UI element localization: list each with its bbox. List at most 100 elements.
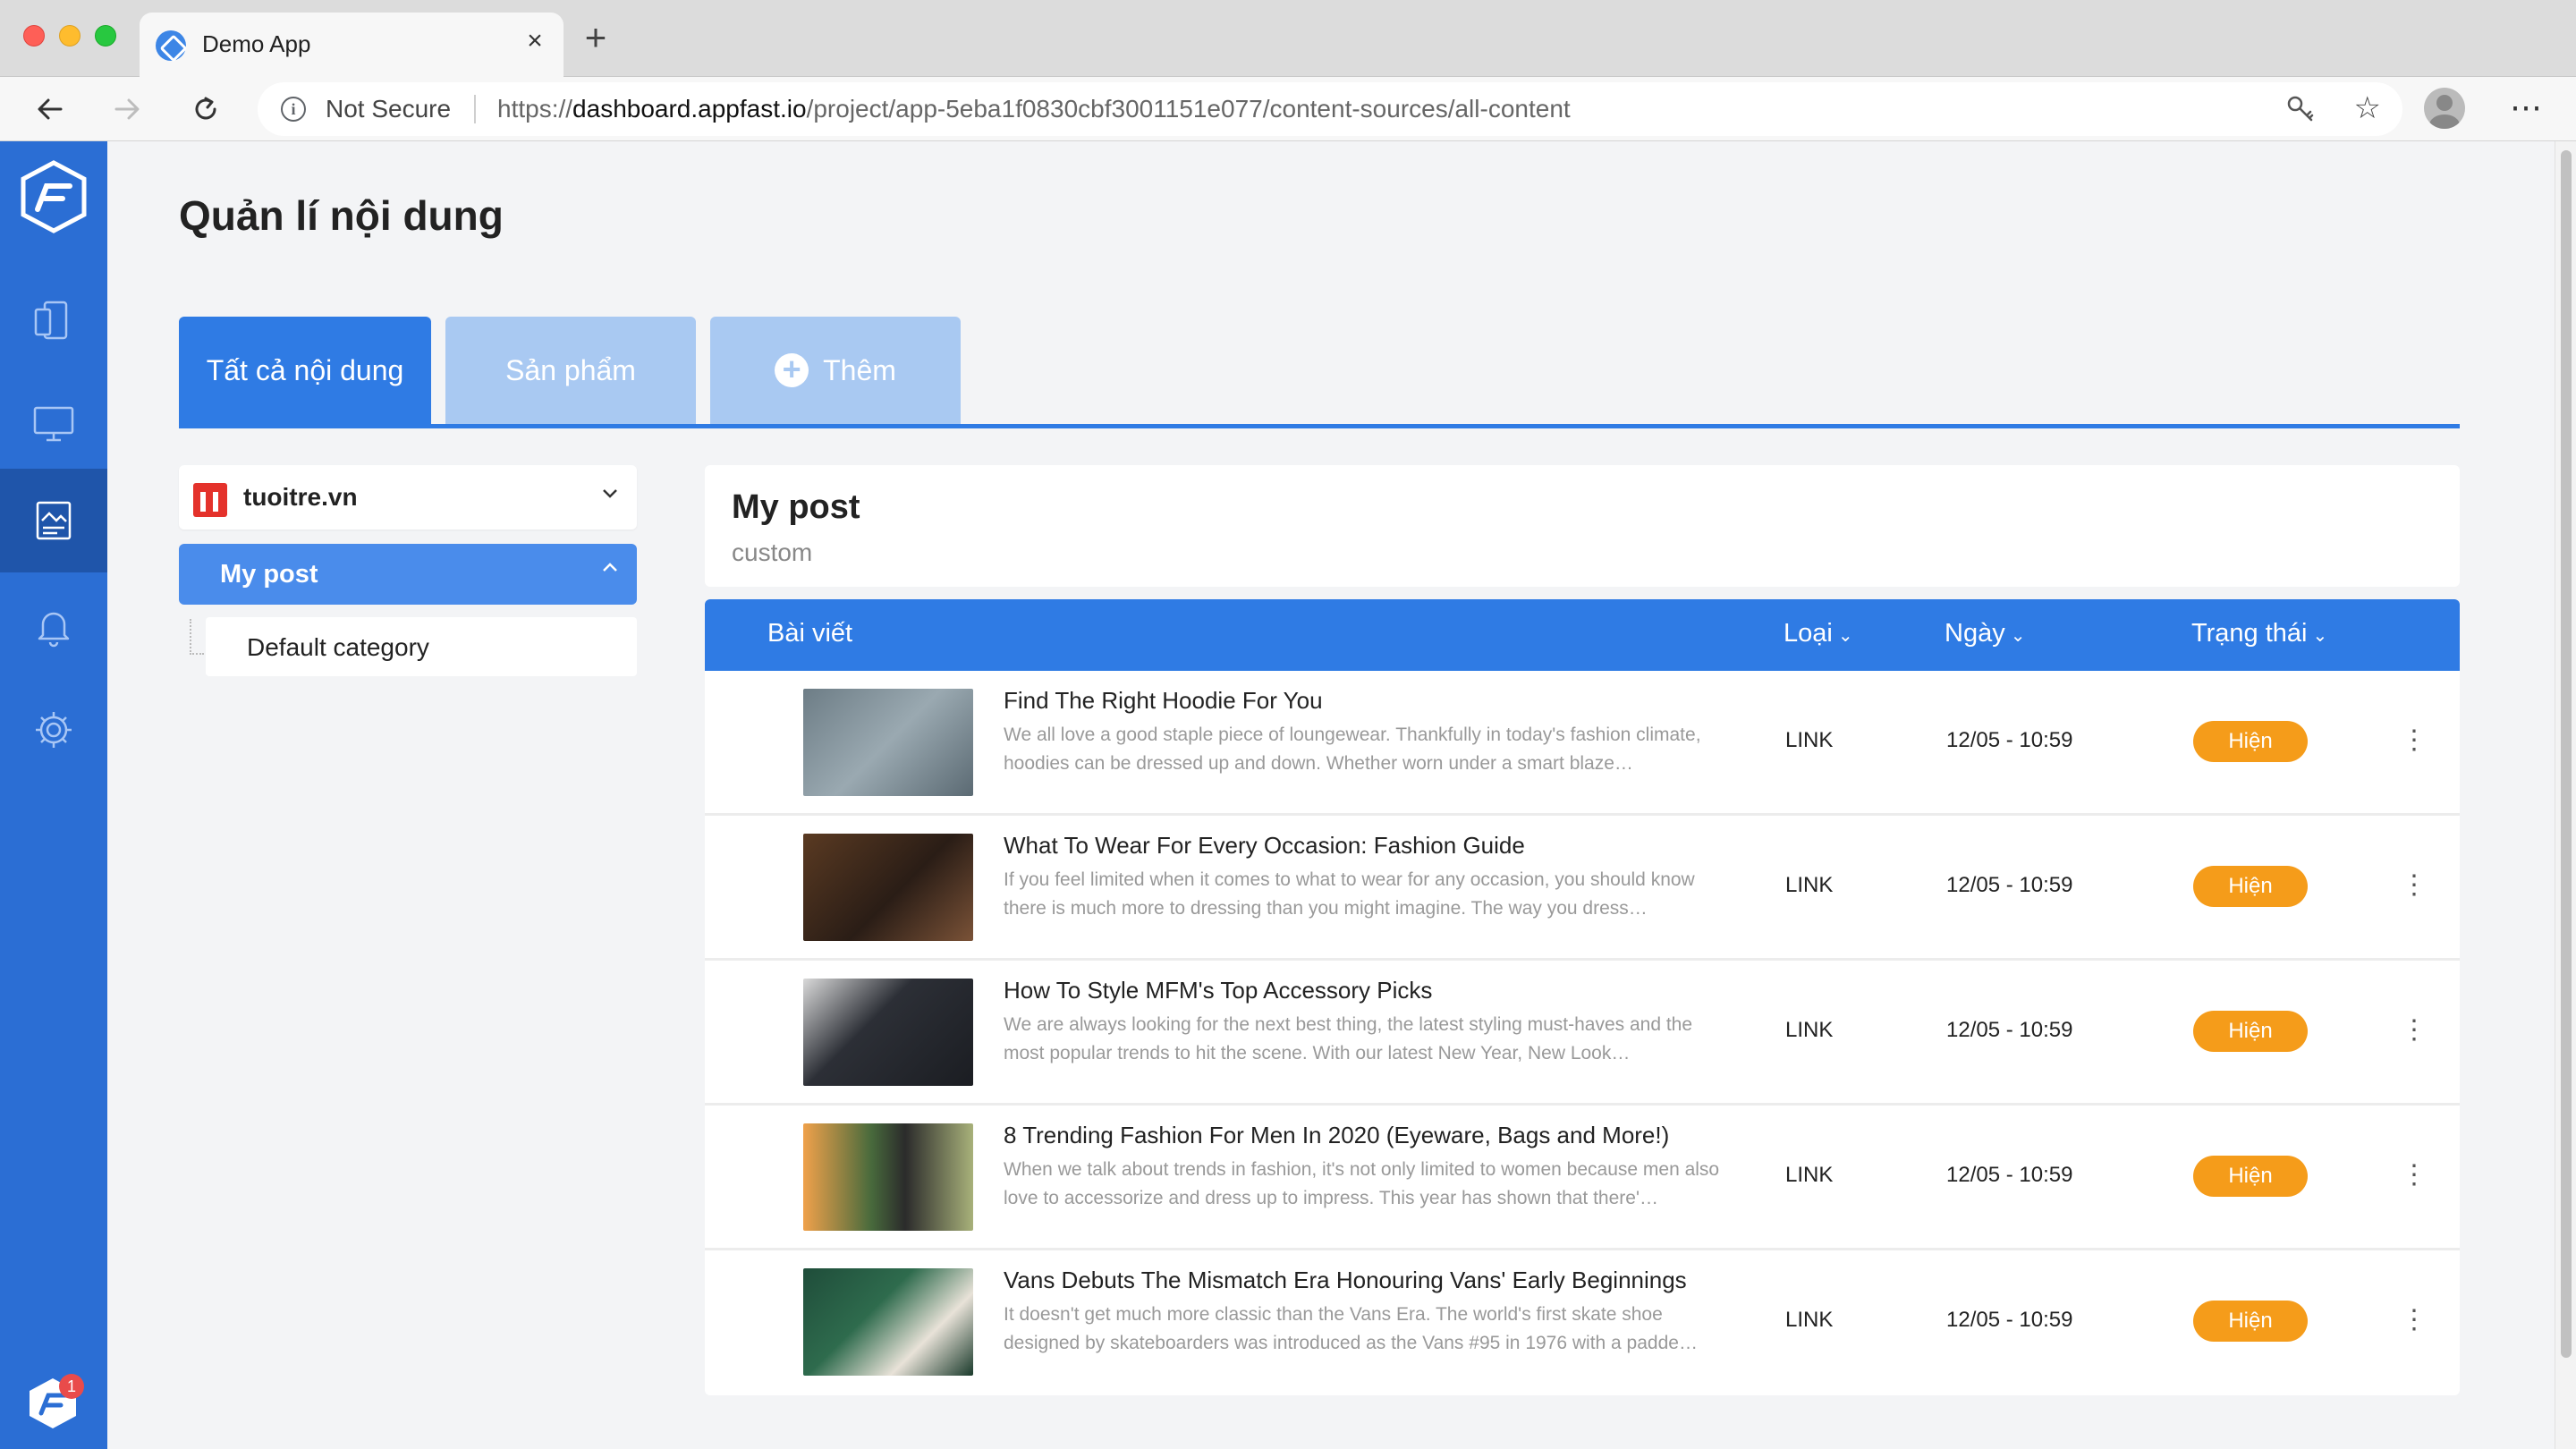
category-default-label: Default category — [247, 633, 429, 661]
post-type: LINK — [1785, 728, 1834, 752]
post-description: It doesn't get much more classic than th… — [1004, 1304, 1698, 1353]
key-icon[interactable] — [2284, 93, 2317, 125]
plus-circle-icon: + — [775, 353, 809, 387]
category-default[interactable]: Default category — [206, 617, 637, 676]
forward-button[interactable] — [109, 91, 145, 127]
sidebar-item-settings[interactable] — [0, 678, 107, 782]
sidebar-item-notifications[interactable] — [0, 574, 107, 678]
post-title[interactable]: Vans Debuts The Mismatch Era Honouring V… — [1004, 1267, 1687, 1294]
post-title[interactable]: How To Style MFM's Top Accessory Picks — [1004, 977, 1432, 1004]
post-date: 12/05 - 10:59 — [1946, 873, 2073, 897]
post-date: 12/05 - 10:59 — [1946, 1163, 2073, 1187]
tab-products-label: Sản phẩm — [505, 353, 636, 386]
tab-title: Demo App — [202, 30, 311, 57]
tab-all-content[interactable]: Tất cả nội dung — [179, 317, 431, 424]
column-header-status[interactable]: Trạng thái ⌄ — [2191, 619, 2327, 648]
back-arrow-icon — [38, 98, 63, 120]
more-vertical-icon[interactable]: ⋮ — [2401, 723, 2428, 758]
chevron-down-icon — [599, 481, 621, 510]
status-badge[interactable]: Hiện — [2193, 866, 2308, 907]
status-badge[interactable]: Hiện — [2193, 721, 2308, 762]
more-vertical-icon[interactable]: ⋮ — [2401, 1157, 2428, 1193]
devices-icon — [34, 301, 68, 340]
sidebar-item-monitor[interactable] — [0, 372, 107, 476]
table-row[interactable]: 8 Trending Fashion For Men In 2020 (Eyew… — [705, 1106, 2460, 1250]
category-my-post[interactable]: My post — [179, 544, 637, 605]
forward-arrow-icon — [114, 98, 140, 120]
info-icon[interactable]: i — [281, 97, 306, 122]
tree-connector — [190, 619, 204, 655]
chevron-up-icon — [599, 556, 621, 585]
reload-button[interactable] — [188, 91, 224, 127]
more-vertical-icon[interactable]: ⋮ — [2401, 1302, 2428, 1338]
tuoitre-logo-icon — [193, 483, 227, 517]
column-status-label: Trạng thái — [2191, 619, 2308, 648]
reload-icon — [195, 97, 216, 120]
source-name: tuoitre.vn — [243, 483, 358, 511]
post-thumbnail — [803, 1123, 973, 1231]
gear-icon — [36, 712, 72, 748]
sidebar-item-content[interactable] — [0, 469, 107, 572]
more-menu-icon[interactable]: ⋯ — [2510, 89, 2544, 125]
bookmark-star-icon[interactable]: ☆ — [2354, 91, 2381, 125]
column-header-type[interactable]: Loại ⌄ — [1784, 619, 1853, 648]
post-type: LINK — [1785, 873, 1834, 897]
sidebar-item-devices[interactable] — [0, 268, 107, 372]
table-row[interactable]: What To Wear For Every Occasion: Fashion… — [705, 816, 2460, 961]
chevron-down-icon: ⌄ — [1837, 626, 1853, 646]
maximize-window-button[interactable] — [95, 25, 116, 47]
posts-table: Find The Right Hoodie For You We all lov… — [705, 671, 2460, 1395]
column-header-date[interactable]: Ngày ⌄ — [1945, 619, 2025, 648]
status-badge[interactable]: Hiện — [2193, 1011, 2308, 1052]
tab-add[interactable]: + Thêm — [710, 317, 961, 424]
tab-products[interactable]: Sản phẩm — [445, 317, 696, 424]
source-select[interactable]: tuoitre.vn — [179, 465, 637, 530]
category-subtitle: custom — [732, 538, 813, 566]
post-thumbnail — [803, 1268, 973, 1376]
table-row[interactable]: Vans Debuts The Mismatch Era Honouring V… — [705, 1250, 2460, 1395]
browser-toolbar: i Not Secure https://dashboard.appfast.i… — [0, 77, 2576, 141]
post-description: We all love a good staple piece of loung… — [1004, 724, 1701, 774]
post-thumbnail — [803, 689, 973, 796]
tabbar-underline — [179, 424, 2460, 428]
category-my-post-label: My post — [220, 560, 318, 589]
url-text[interactable]: https://dashboard.appfast.io/project/app… — [497, 95, 1571, 123]
page-scrollbar[interactable] — [2555, 141, 2576, 1449]
category-header: My post custom — [705, 465, 2460, 587]
browser-tab[interactable]: Demo App × — [140, 13, 564, 77]
app-sidebar: 1 — [0, 141, 107, 1449]
column-type-label: Loại — [1784, 619, 1833, 648]
status-badge[interactable]: Hiện — [2193, 1301, 2308, 1342]
post-date: 12/05 - 10:59 — [1946, 728, 2073, 752]
url-host: dashboard.appfast.io — [572, 95, 807, 123]
close-window-button[interactable] — [23, 25, 45, 47]
profile-avatar-icon[interactable] — [2424, 88, 2465, 129]
table-header: Bài viết Loại ⌄ Ngày ⌄ Trạng thái ⌄ — [705, 599, 2460, 671]
appfast-logo-icon[interactable] — [18, 159, 89, 234]
post-type: LINK — [1785, 1308, 1834, 1332]
post-thumbnail — [803, 834, 973, 941]
new-tab-button[interactable]: + — [580, 19, 612, 56]
address-bar[interactable]: i Not Secure https://dashboard.appfast.i… — [258, 82, 2402, 136]
chevron-down-icon: ⌄ — [2010, 626, 2026, 646]
table-row[interactable]: How To Style MFM's Top Accessory Picks W… — [705, 961, 2460, 1106]
tab-all-content-label: Tất cả nội dung — [206, 353, 404, 386]
content-icon — [36, 501, 72, 540]
status-badge[interactable]: Hiện — [2193, 1156, 2308, 1197]
browser-titlebar: Demo App × + — [0, 0, 2576, 77]
post-title[interactable]: Find The Right Hoodie For You — [1004, 687, 1323, 715]
back-button[interactable] — [32, 91, 68, 127]
column-date-label: Ngày — [1945, 619, 2005, 648]
more-vertical-icon[interactable]: ⋮ — [2401, 868, 2428, 903]
url-path: /project/app-5eba1f0830cbf3001151e077/co… — [806, 95, 1571, 123]
url-scheme: https:// — [497, 95, 573, 123]
post-title[interactable]: What To Wear For Every Occasion: Fashion… — [1004, 832, 1525, 860]
scrollbar-thumb[interactable] — [2561, 150, 2572, 1358]
more-vertical-icon[interactable]: ⋮ — [2401, 1013, 2428, 1048]
tab-close-icon[interactable]: × — [519, 25, 551, 57]
page-title: Quản lí nội dung — [179, 192, 504, 239]
notification-badge: 1 — [59, 1374, 84, 1399]
table-row[interactable]: Find The Right Hoodie For You We all lov… — [705, 671, 2460, 816]
post-title[interactable]: 8 Trending Fashion For Men In 2020 (Eyew… — [1004, 1122, 1669, 1149]
minimize-window-button[interactable] — [59, 25, 80, 47]
